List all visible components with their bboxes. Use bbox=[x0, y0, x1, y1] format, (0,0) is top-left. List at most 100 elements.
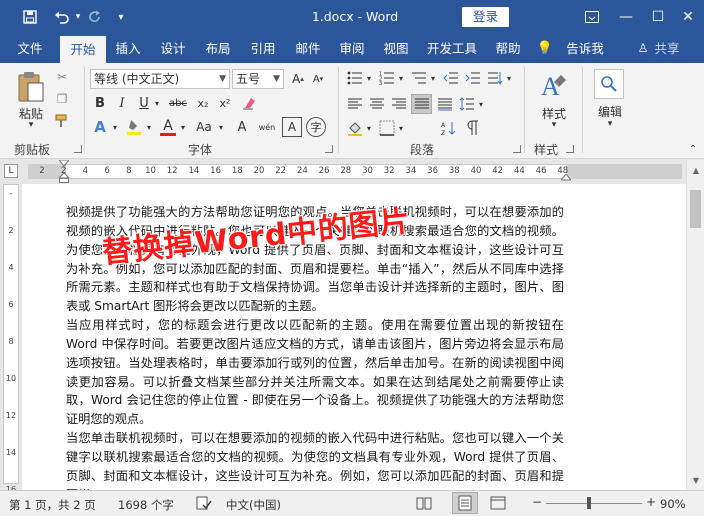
align-center-icon[interactable] bbox=[368, 95, 386, 113]
underline-button[interactable]: U bbox=[136, 94, 152, 112]
page-count[interactable]: 第 1 页，共 2 页 bbox=[9, 497, 96, 513]
chevron-down-icon[interactable]: ▾ bbox=[364, 121, 374, 135]
chevron-down-icon[interactable]: ▾ bbox=[152, 95, 162, 111]
hanging-indent-icon[interactable] bbox=[59, 173, 69, 183]
web-layout-icon[interactable] bbox=[490, 495, 506, 514]
editing-button[interactable]: 编辑 bbox=[590, 103, 630, 119]
word-count[interactable]: 1698 个字 bbox=[118, 497, 174, 513]
first-line-indent-icon[interactable] bbox=[59, 159, 69, 167]
zoom-level[interactable]: 90% bbox=[660, 497, 686, 511]
redo-icon[interactable] bbox=[84, 0, 106, 34]
sort-icon[interactable]: AZ bbox=[440, 119, 458, 137]
chevron-down-icon[interactable]: ▾ bbox=[178, 119, 188, 135]
chevron-down-icon[interactable]: ▾ bbox=[396, 121, 406, 135]
horizontal-ruler[interactable]: L 2 2 4 6 8 10 12 14 16 18 20 22 24 26 28 30 32 34 36 38 40 4… bbox=[0, 159, 704, 183]
increase-indent-icon[interactable] bbox=[464, 69, 482, 87]
undo-icon[interactable] bbox=[50, 0, 72, 34]
styles-launcher-icon[interactable] bbox=[566, 145, 574, 153]
show-marks-icon[interactable] bbox=[464, 119, 482, 137]
collapse-ribbon-icon[interactable]: ⌃ bbox=[686, 143, 700, 155]
tab-design[interactable]: 设计 bbox=[155, 34, 191, 63]
clear-formatting-icon[interactable] bbox=[240, 94, 260, 112]
paragraph-launcher-icon[interactable] bbox=[513, 145, 521, 153]
chevron-down-icon[interactable]: ▾ bbox=[110, 119, 120, 135]
paste-button[interactable]: 粘贴 bbox=[12, 105, 50, 121]
font-size-select[interactable]: 五号 ▼ bbox=[232, 69, 284, 89]
tab-help[interactable]: 帮助 bbox=[490, 34, 526, 63]
tab-review[interactable]: 审阅 bbox=[334, 34, 370, 63]
undo-dropdown-icon[interactable]: ▾ bbox=[72, 0, 84, 34]
chevron-down-icon[interactable]: ▾ bbox=[144, 119, 154, 135]
numbering-icon[interactable]: 123 bbox=[378, 69, 396, 87]
align-left-icon[interactable] bbox=[346, 95, 364, 113]
scroll-down-icon[interactable]: ▼ bbox=[690, 474, 702, 486]
scroll-up-icon[interactable]: ▲ bbox=[690, 164, 702, 176]
format-painter-icon[interactable] bbox=[54, 113, 70, 129]
font-launcher-icon[interactable] bbox=[325, 145, 333, 153]
paragraph-3[interactable]: 当您单击联机视频时，可以在想要添加的视频的嵌入代码中进行粘贴。您也可以键入一个关… bbox=[66, 429, 564, 490]
chevron-down-icon[interactable]: ▾ bbox=[396, 71, 406, 85]
bold-button[interactable]: B bbox=[92, 94, 108, 112]
shrink-font-icon[interactable]: A ▾ bbox=[308, 69, 328, 89]
clipboard-launcher-icon[interactable] bbox=[74, 145, 82, 153]
enclose-characters-button[interactable]: 字 bbox=[306, 117, 326, 137]
line-spacing-icon[interactable] bbox=[458, 95, 476, 113]
shading-icon[interactable] bbox=[346, 119, 364, 137]
scrollbar-thumb[interactable] bbox=[690, 190, 701, 228]
font-name-select[interactable]: 等线 (中文正文) ▼ bbox=[90, 69, 230, 89]
print-layout-icon[interactable] bbox=[452, 492, 478, 514]
close-button[interactable]: ✕ bbox=[674, 0, 702, 34]
styles-gallery-icon[interactable]: A bbox=[536, 69, 572, 105]
highlight-color-icon[interactable] bbox=[124, 117, 144, 137]
change-case-button[interactable]: Aa bbox=[192, 117, 216, 137]
copy-icon[interactable]: ❐ bbox=[54, 91, 70, 107]
justify-icon[interactable] bbox=[411, 94, 432, 114]
chevron-down-icon[interactable]: ▾ bbox=[549, 120, 559, 130]
paste-icon[interactable] bbox=[14, 69, 48, 105]
tell-me-input[interactable]: 告诉我 bbox=[560, 34, 610, 63]
paste-dropdown-icon[interactable]: ▾ bbox=[25, 120, 37, 130]
superscript-button[interactable]: x² bbox=[216, 94, 234, 112]
character-border-button[interactable]: A bbox=[282, 117, 302, 137]
tab-view[interactable]: 视图 bbox=[378, 34, 414, 63]
tab-mailings[interactable]: 邮件 bbox=[290, 34, 326, 63]
tab-developer[interactable]: 开发工具 bbox=[422, 34, 482, 63]
character-shading-button[interactable]: A bbox=[232, 117, 252, 137]
maximize-button[interactable]: ☐ bbox=[644, 0, 672, 34]
zoom-slider-thumb[interactable] bbox=[586, 497, 591, 509]
tab-references[interactable]: 引用 bbox=[245, 34, 281, 63]
cut-icon[interactable]: ✂ bbox=[54, 69, 70, 85]
italic-button[interactable]: I bbox=[114, 94, 130, 112]
chevron-down-icon[interactable]: ▾ bbox=[216, 119, 226, 135]
lightbulb-icon[interactable]: 💡 bbox=[536, 34, 554, 63]
tab-selector-icon[interactable]: L bbox=[4, 164, 18, 178]
text-effects-button[interactable]: A bbox=[90, 117, 110, 137]
phonetic-guide-button[interactable]: wén bbox=[256, 117, 278, 137]
vertical-ruler[interactable]: -246810121416 bbox=[3, 184, 19, 494]
chevron-down-icon[interactable]: ▾ bbox=[605, 119, 615, 129]
borders-icon[interactable] bbox=[378, 119, 396, 137]
language-indicator[interactable]: 中文(中国) bbox=[226, 497, 281, 513]
read-mode-icon[interactable] bbox=[416, 495, 432, 514]
search-icon[interactable] bbox=[594, 69, 624, 99]
proofing-icon[interactable] bbox=[196, 496, 212, 513]
save-icon[interactable] bbox=[18, 0, 42, 34]
chevron-down-icon[interactable]: ▾ bbox=[504, 71, 514, 85]
right-indent-icon[interactable] bbox=[561, 173, 571, 181]
tab-home[interactable]: 开始 bbox=[60, 36, 106, 63]
chevron-down-icon[interactable]: ▾ bbox=[476, 97, 486, 111]
share-button[interactable]: 共享 bbox=[652, 34, 682, 63]
customize-quick-access-icon[interactable]: ▾ bbox=[112, 0, 130, 34]
ribbon-display-icon[interactable] bbox=[578, 0, 606, 34]
zoom-in-button[interactable]: + bbox=[646, 495, 656, 509]
page[interactable]: 视频提供了功能强大的方法帮助您证明您的观点。当您单击联机视频时，可以在想要添加的… bbox=[22, 184, 686, 490]
multilevel-list-icon[interactable] bbox=[410, 69, 428, 87]
chinese-layout-icon[interactable] bbox=[486, 69, 504, 87]
grow-font-icon[interactable]: A ▴ bbox=[288, 69, 308, 89]
bullets-icon[interactable] bbox=[346, 69, 364, 87]
tab-file[interactable]: 文件 bbox=[10, 34, 50, 63]
chevron-down-icon[interactable]: ▾ bbox=[428, 71, 438, 85]
zoom-slider[interactable] bbox=[546, 503, 642, 504]
subscript-button[interactable]: x₂ bbox=[194, 94, 212, 112]
tab-insert[interactable]: 插入 bbox=[110, 34, 146, 63]
